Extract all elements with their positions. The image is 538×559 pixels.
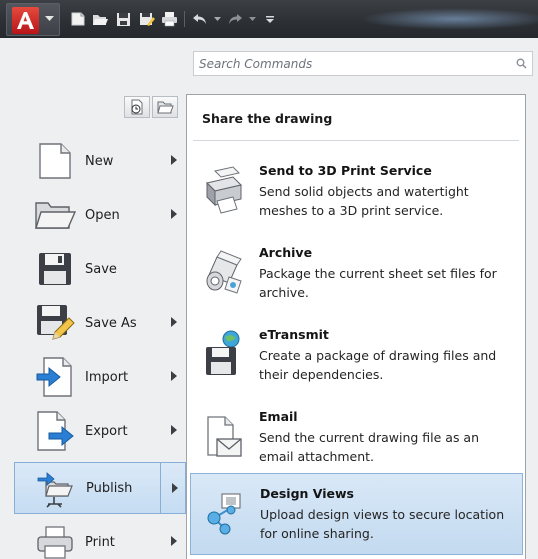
- redo-icon[interactable]: [225, 10, 244, 29]
- new-file-icon: [30, 139, 80, 183]
- new-icon[interactable]: [68, 10, 87, 29]
- print-icon[interactable]: [160, 10, 179, 29]
- menu-item-label: Save As: [85, 315, 137, 331]
- divider: [193, 140, 519, 141]
- entry-etransmit[interactable]: eTransmit Create a package of drawing fi…: [190, 315, 523, 395]
- open-documents-icon: [156, 101, 174, 113]
- submenu-arrow-icon: [171, 209, 177, 219]
- menu-item-export[interactable]: Export: [14, 406, 186, 456]
- menu-item-label: Open: [85, 207, 120, 223]
- entry-description: Package the current sheet set files for …: [259, 266, 497, 300]
- entry-description: Create a package of drawing files and th…: [259, 348, 497, 382]
- entry-title: Archive: [259, 245, 313, 260]
- etransmit-icon: [203, 329, 245, 381]
- customize-toolbar-icon[interactable]: [260, 10, 279, 29]
- menu-item-publish[interactable]: Publish: [14, 462, 186, 514]
- search-input[interactable]: [194, 52, 504, 75]
- entry-archive[interactable]: Archive Package the current sheet set fi…: [190, 233, 523, 313]
- publish-flyout-panel: Share the drawing Send to 3D Print Servi…: [186, 94, 526, 559]
- submenu-arrow-icon: [171, 536, 177, 546]
- menu-item-label: Import: [85, 369, 129, 385]
- search-commands-box[interactable]: [193, 51, 533, 76]
- application-menu-button[interactable]: [6, 3, 60, 36]
- entry-description: Upload design views to secure location f…: [260, 507, 505, 541]
- submenu-arrow-icon: [171, 371, 177, 381]
- menu-item-label: Save: [85, 261, 117, 277]
- recent-documents-icon: [131, 99, 143, 115]
- recent-open-docs-toolbar: [124, 96, 178, 118]
- autocad-logo-icon: [12, 7, 39, 34]
- floppy-pencil-icon: [30, 301, 80, 345]
- split-divider: [160, 463, 161, 513]
- menu-item-label: Export: [85, 423, 128, 439]
- menu-item-label: Publish: [86, 480, 133, 496]
- flyout-title: Share the drawing: [202, 111, 333, 126]
- save-icon[interactable]: [114, 10, 133, 29]
- entry-title: Email: [259, 409, 298, 424]
- design-views-icon: [204, 488, 246, 540]
- menu-item-label: Print: [85, 534, 115, 550]
- chevron-down-icon: [45, 16, 54, 21]
- entry-email[interactable]: Email Send the current drawing file as a…: [190, 397, 523, 477]
- entry-send-to-3d-print[interactable]: Send to 3D Print Service Send solid obje…: [190, 151, 523, 231]
- submenu-arrow-icon: [172, 483, 178, 493]
- quick-access-toolbar: [68, 9, 279, 29]
- submenu-arrow-icon: [171, 317, 177, 327]
- undo-icon[interactable]: [190, 10, 209, 29]
- menu-item-new[interactable]: New: [14, 136, 186, 186]
- entry-title: Design Views: [260, 486, 354, 501]
- menu-item-import[interactable]: Import: [14, 352, 186, 402]
- 3d-printer-icon: [203, 165, 245, 217]
- recent-documents-button[interactable]: [124, 96, 150, 118]
- entry-design-views[interactable]: Design Views Upload design views to secu…: [190, 473, 523, 555]
- entry-description: Send solid objects and watertight meshes…: [259, 184, 469, 218]
- menu-item-save-as[interactable]: Save As: [14, 298, 186, 348]
- title-glow: [360, 8, 538, 30]
- entry-title: Send to 3D Print Service: [259, 163, 432, 178]
- toolbar-separator: [184, 11, 185, 27]
- email-icon: [203, 411, 245, 463]
- menu-item-print[interactable]: Print: [14, 517, 186, 559]
- open-documents-button[interactable]: [152, 96, 178, 118]
- publish-icon: [31, 466, 81, 510]
- export-icon: [30, 409, 80, 453]
- search-icon[interactable]: [516, 58, 527, 69]
- folder-icon: [30, 193, 80, 237]
- entry-title: eTransmit: [259, 327, 329, 342]
- archive-icon: [203, 247, 245, 299]
- submenu-arrow-icon: [171, 425, 177, 435]
- save-as-icon[interactable]: [137, 10, 156, 29]
- open-icon[interactable]: [91, 10, 110, 29]
- import-icon: [30, 355, 80, 399]
- submenu-arrow-icon: [171, 155, 177, 165]
- title-bar: [0, 0, 538, 38]
- undo-dropdown-icon[interactable]: [213, 10, 221, 29]
- redo-dropdown-icon[interactable]: [248, 10, 256, 29]
- menu-item-label: New: [85, 153, 114, 169]
- menu-item-save[interactable]: Save: [14, 244, 186, 294]
- menu-item-open[interactable]: Open: [14, 190, 186, 240]
- floppy-icon: [30, 247, 80, 291]
- printer-icon: [30, 520, 80, 559]
- entry-description: Send the current drawing file as an emai…: [259, 430, 480, 464]
